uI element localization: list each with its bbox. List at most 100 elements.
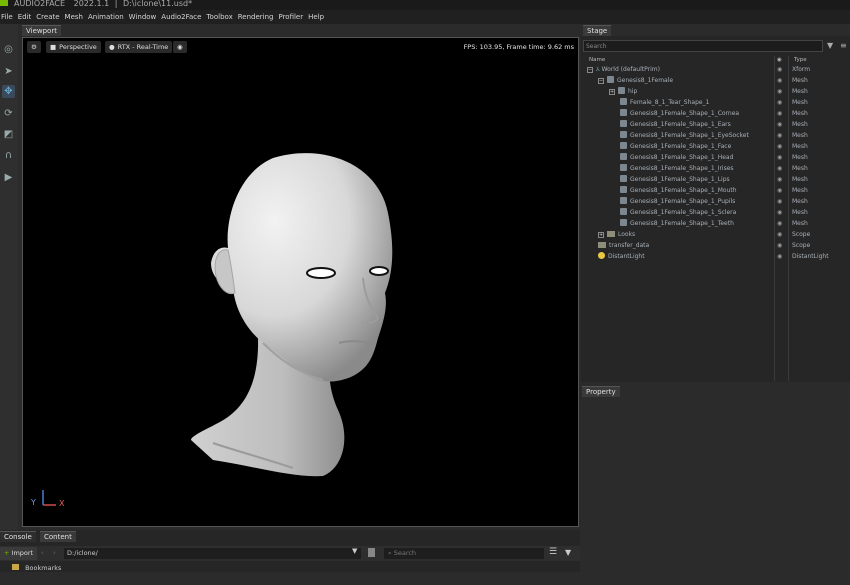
filter-icon[interactable]: ▼ [827,41,833,50]
stage-row[interactable]: Genesis8_1Female_Shape_1_EyeSocket ◉ Mesh [584,130,850,141]
menu-item-help[interactable]: Help [308,13,324,21]
viewport-settings-button[interactable]: ⚙ [27,41,41,53]
path-field[interactable]: D:/iclone/ [64,548,361,559]
play-icon[interactable]: ▶ [2,171,15,184]
mesh-icon [620,186,627,193]
head-model: Y X [30,153,393,508]
camera-icon: ■ [50,43,57,51]
visibility-eye-icon[interactable]: ◉ [777,64,782,75]
stage-row-label: Genesis8_1Female [617,77,674,84]
stage-row[interactable]: − ⅄ World (defaultPrim) ◉ Xform [584,64,850,75]
expand-icon[interactable]: + [598,232,604,238]
visibility-eye-icon[interactable]: ◉ [777,130,782,141]
stage-row[interactable]: Genesis8_1Female_Shape_1_Cornea ◉ Mesh [584,108,850,119]
visibility-eye-icon[interactable]: ◉ [777,86,782,97]
stage-row-type: Mesh [792,187,808,194]
list-view-icon[interactable]: ☰ [549,547,557,557]
path-dropdown-icon[interactable]: ▼ [352,547,357,555]
viewport[interactable]: Y X [22,37,579,527]
stage-row[interactable]: transfer_data ◉ Scope [584,240,850,251]
stage-row[interactable]: + Looks ◉ Scope [584,229,850,240]
left-toolbar: ◎ ➤ ✥ ⟳ ◩ ∩ ▶ [0,24,18,532]
menu-item-file[interactable]: File [1,13,13,21]
menu-item-window[interactable]: Window [129,13,157,21]
stage-search-input[interactable]: Search [583,40,823,52]
stage-row-label: DistantLight [608,253,645,260]
stage-row[interactable]: + hip ◉ Mesh [584,86,850,97]
visibility-eye-icon[interactable]: ◉ [777,108,782,119]
visibility-eye-icon[interactable]: ◉ [777,196,782,207]
visibility-eye-icon[interactable]: ◉ [777,229,782,240]
snap-tool-icon[interactable]: ∩ [2,149,15,162]
tab-content[interactable]: Content [40,531,76,542]
filter-content-icon[interactable]: ▼ [565,548,571,557]
menu-item-mesh[interactable]: Mesh [65,13,83,21]
menu-item-rendering[interactable]: Rendering [238,13,274,21]
visibility-eye-icon[interactable]: ◉ [777,141,782,152]
visibility-eye-icon[interactable]: ◉ [777,218,782,229]
stage-row-type: Mesh [792,198,808,205]
stage-row[interactable]: Genesis8_1Female_Shape_1_Sclera ◉ Mesh [584,207,850,218]
visibility-eye-icon[interactable]: ◉ [777,174,782,185]
tab-viewport[interactable]: Viewport [22,25,61,36]
mesh-icon [620,98,627,105]
mesh-icon [620,208,627,215]
bookmarks-label: Bookmarks [25,564,62,572]
menu-item-animation[interactable]: Animation [88,13,124,21]
menu-item-audio2face[interactable]: Audio2Face [161,13,201,21]
stage-row[interactable]: Genesis8_1Female_Shape_1_Ears ◉ Mesh [584,119,850,130]
menu-item-toolbox[interactable]: Toolbox [206,13,232,21]
options-icon[interactable]: ≡ [840,41,847,50]
visibility-eye-icon[interactable]: ◉ [777,185,782,196]
visibility-eye-icon[interactable]: ◉ [777,97,782,108]
mesh-icon [620,142,627,149]
tab-stage[interactable]: Stage [583,25,612,36]
stage-row-type: Mesh [792,209,808,216]
stage-row[interactable]: Genesis8_1Female_Shape_1_Head ◉ Mesh [584,152,850,163]
bookmarks-item[interactable]: Bookmarks [4,564,61,572]
tab-property[interactable]: Property [582,386,620,397]
mesh-icon [620,164,627,171]
stage-row[interactable]: Genesis8_1Female_Shape_1_Teeth ◉ Mesh [584,218,850,229]
content-search-input[interactable]: ⌕ Search [384,548,544,559]
menu-item-profiler[interactable]: Profiler [278,13,303,21]
camera-tool-icon[interactable]: ◎ [2,43,15,56]
menu-bar: File Edit Create Mesh Animation Window Audio2F… [0,10,850,24]
stage-row[interactable]: Genesis8_1Female_Shape_1_Face ◉ Mesh [584,141,850,152]
menu-item-edit[interactable]: Edit [18,13,32,21]
stage-row-label: Genesis8_1Female_Shape_1_Mouth [630,187,737,194]
renderer-button[interactable]: ● RTX - Real-Time [105,41,173,53]
visibility-eye-icon[interactable]: ◉ [777,240,782,251]
stage-row[interactable]: Genesis8_1Female_Shape_1_Pupils ◉ Mesh [584,196,850,207]
camera-button[interactable]: ■ Perspective [46,41,101,53]
tab-console[interactable]: Console [0,531,36,542]
stage-row-type: Mesh [792,88,808,95]
visibility-eye-icon[interactable]: ◉ [777,163,782,174]
forward-icon[interactable]: › [53,549,56,557]
mesh-icon [620,109,627,116]
back-icon[interactable]: ‹ [41,549,44,557]
move-tool-icon[interactable]: ✥ [2,85,15,98]
stage-row[interactable]: Female_8_1_Tear_Shape_1 ◉ Mesh [584,97,850,108]
stage-row[interactable]: Genesis8_1Female_Shape_1_Irises ◉ Mesh [584,163,850,174]
rotate-tool-icon[interactable]: ⟳ [2,107,15,120]
visibility-button[interactable]: ◉ [173,41,187,53]
visibility-eye-icon[interactable]: ◉ [777,152,782,163]
bookmark-icon[interactable] [368,548,375,557]
import-button[interactable]: + Import [0,547,38,560]
mesh-icon [620,219,627,226]
visibility-eye-icon[interactable]: ◉ [777,75,782,86]
expand-icon[interactable]: + [609,89,615,95]
stage-row[interactable]: Genesis8_1Female_Shape_1_Mouth ◉ Mesh [584,185,850,196]
collapse-icon[interactable]: − [598,78,604,84]
stage-row[interactable]: − Genesis8_1Female ◉ Mesh [584,75,850,86]
select-tool-icon[interactable]: ➤ [2,65,15,78]
scale-tool-icon[interactable]: ◩ [2,128,15,141]
stage-row[interactable]: DistantLight ◉ DistantLight [584,251,850,262]
menu-item-create[interactable]: Create [36,13,59,21]
visibility-eye-icon[interactable]: ◉ [777,119,782,130]
visibility-eye-icon[interactable]: ◉ [777,207,782,218]
visibility-eye-icon[interactable]: ◉ [777,251,782,262]
stage-row[interactable]: Genesis8_1Female_Shape_1_Lips ◉ Mesh [584,174,850,185]
collapse-icon[interactable]: − [587,67,593,73]
